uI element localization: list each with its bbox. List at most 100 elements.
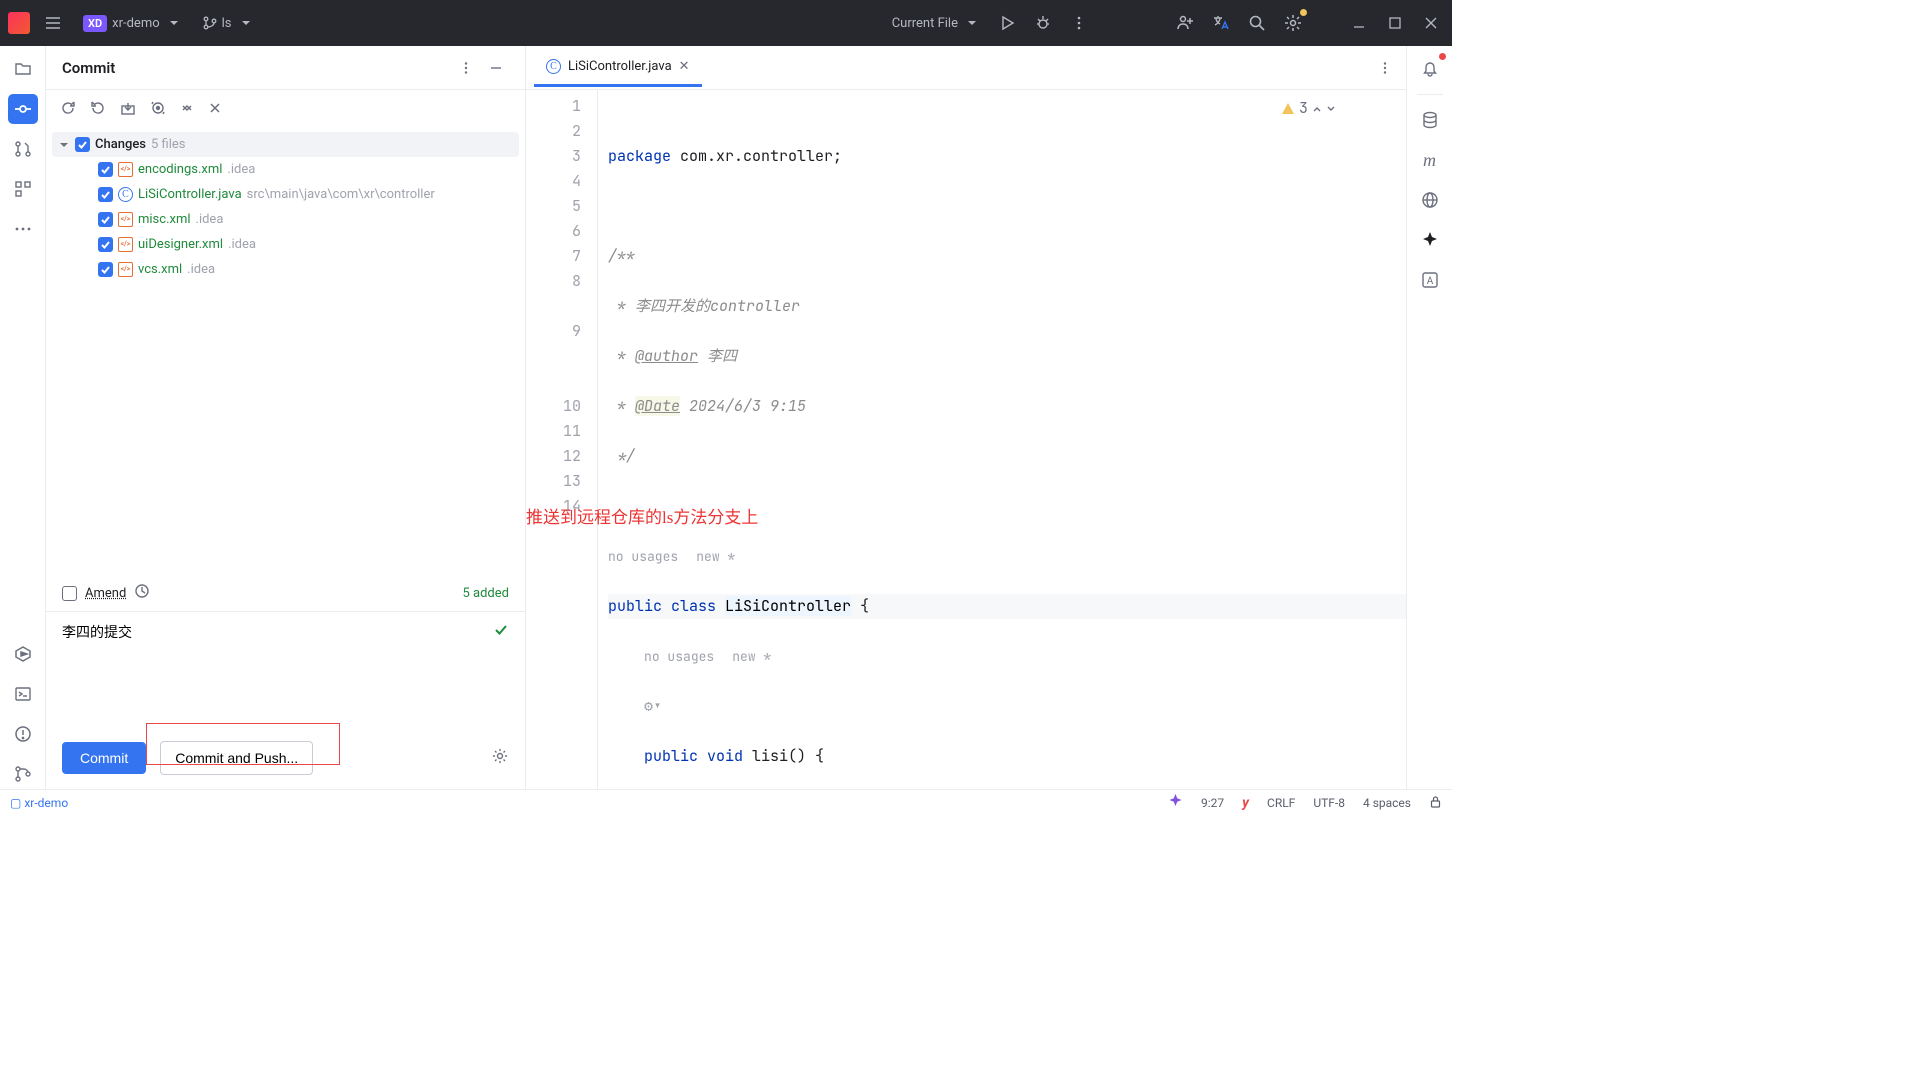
branch-selector[interactable]: ls <box>196 12 258 35</box>
status-encoding[interactable]: UTF-8 <box>1313 796 1345 810</box>
file-checkbox[interactable] <box>98 262 113 277</box>
tab-label: LiSiController.java <box>568 59 672 74</box>
panel-title: Commit <box>62 59 115 77</box>
changes-count: 5 files <box>151 137 186 152</box>
ai-tool-icon[interactable] <box>1415 225 1445 255</box>
app-logo <box>8 12 30 34</box>
changes-label: Changes <box>95 137 146 152</box>
history-icon[interactable] <box>134 583 150 603</box>
project-badge: XD <box>83 15 107 32</box>
xml-file-icon: </> <box>118 237 133 252</box>
commit-message-area: 李四的提交 <box>46 611 525 731</box>
commit-message-input[interactable]: 李四的提交 <box>62 622 509 654</box>
commit-tool-icon[interactable] <box>8 94 38 124</box>
statusbar: ▢ xr-demo 9:27 y CRLF UTF-8 4 spaces <box>0 789 1452 815</box>
file-path: .idea <box>196 212 224 227</box>
module-indicator[interactable]: ▢ xr-demo <box>10 796 68 810</box>
java-file-icon: C <box>118 187 133 202</box>
changes-checkbox[interactable] <box>75 137 90 152</box>
xml-file-icon: </> <box>118 212 133 227</box>
status-line-ending[interactable]: CRLF <box>1267 796 1295 810</box>
file-name: encodings.xml <box>138 162 222 177</box>
hamburger-menu-icon[interactable] <box>40 10 66 36</box>
code-with-me-icon[interactable] <box>1172 10 1198 36</box>
services-tool-icon[interactable] <box>8 639 38 669</box>
file-name: LiSiController.java <box>138 187 242 202</box>
close-window-icon[interactable] <box>1418 10 1444 36</box>
problems-tool-icon[interactable] <box>8 719 38 749</box>
branch-name: ls <box>222 16 232 31</box>
changes-root[interactable]: Changes 5 files <box>52 132 519 157</box>
file-row[interactable]: C LiSiController.java src\main\java\com\x… <box>52 182 519 207</box>
git-tool-icon[interactable] <box>8 759 38 789</box>
close-tab-icon[interactable]: ✕ <box>679 59 690 74</box>
structure-tool-icon[interactable] <box>8 174 38 204</box>
commit-toolbar <box>46 90 525 130</box>
refresh-icon[interactable] <box>60 100 76 120</box>
maximize-window-icon[interactable] <box>1382 10 1408 36</box>
inspection-badge[interactable]: 3 <box>1281 96 1336 121</box>
settings-icon[interactable] <box>1280 10 1306 36</box>
check-icon <box>493 622 509 642</box>
editor[interactable]: 12345678 91011121314 3 package com.xr.co… <box>526 90 1406 789</box>
maven-tool-icon[interactable]: m <box>1415 145 1445 175</box>
xml-file-icon: </> <box>118 262 133 277</box>
commit-and-push-button[interactable]: Commit and Push... <box>160 741 313 775</box>
file-path: .idea <box>187 262 215 277</box>
endpoints-tool-icon[interactable]: A <box>1415 265 1445 295</box>
project-name: xr-demo <box>112 16 160 31</box>
status-time[interactable]: 9:27 <box>1201 796 1224 810</box>
amend-label: Amend <box>85 586 126 601</box>
left-tool-rail <box>0 46 46 789</box>
file-checkbox[interactable] <box>98 187 113 202</box>
project-tool-icon[interactable] <box>8 54 38 84</box>
readonly-lock-icon[interactable] <box>1429 795 1442 811</box>
file-checkbox[interactable] <box>98 237 113 252</box>
status-y-icon[interactable]: y <box>1242 795 1249 811</box>
file-row[interactable]: </> misc.xml .idea <box>52 207 519 232</box>
diff-icon[interactable] <box>150 100 166 120</box>
file-checkbox[interactable] <box>98 162 113 177</box>
more-tools-icon[interactable] <box>8 214 38 244</box>
database-tool-icon[interactable] <box>1415 105 1445 135</box>
file-checkbox[interactable] <box>98 212 113 227</box>
annotation-text: 提交到本地仓库，并推送到远程仓库的ls方法分支上 <box>526 505 758 530</box>
commit-button[interactable]: Commit <box>62 742 146 774</box>
commit-panel: Commit Changes 5 files <box>46 46 526 789</box>
editor-tab[interactable]: C LiSiController.java ✕ <box>534 49 702 87</box>
pull-request-tool-icon[interactable] <box>8 134 38 164</box>
web-tool-icon[interactable] <box>1415 185 1445 215</box>
shelve-icon[interactable] <box>120 100 136 120</box>
file-row[interactable]: </>encodings.xml .idea <box>52 157 519 182</box>
more-icon[interactable] <box>1066 10 1092 36</box>
debug-icon[interactable] <box>1030 10 1056 36</box>
gear-icon[interactable] <box>491 747 509 769</box>
panel-options-icon[interactable] <box>453 55 479 81</box>
file-path: src\main\java\com\xr\controller <box>247 187 435 202</box>
minimize-window-icon[interactable] <box>1346 10 1372 36</box>
run-icon[interactable] <box>994 10 1020 36</box>
rollback-icon[interactable] <box>90 100 106 120</box>
hide-panel-icon[interactable] <box>483 55 509 81</box>
translate-icon[interactable] <box>1208 10 1234 36</box>
file-name: vcs.xml <box>138 262 182 277</box>
file-name: misc.xml <box>138 212 191 227</box>
gutter: 12345678 91011121314 <box>526 90 598 789</box>
amend-checkbox[interactable] <box>62 586 77 601</box>
project-selector[interactable]: XD xr-demo <box>76 11 186 36</box>
run-config-selector[interactable]: Current File <box>885 12 984 35</box>
file-row[interactable]: </> vcs.xml .idea <box>52 257 519 282</box>
editor-options-icon[interactable] <box>1372 55 1398 81</box>
file-row[interactable]: </>uiDesigner.xml .idea <box>52 232 519 257</box>
ai-status-icon[interactable] <box>1168 794 1183 812</box>
group-by-icon[interactable] <box>208 101 222 119</box>
file-name: uiDesigner.xml <box>138 237 223 252</box>
changelist-icon[interactable] <box>180 101 194 119</box>
search-icon[interactable] <box>1244 10 1270 36</box>
terminal-tool-icon[interactable] <box>8 679 38 709</box>
java-file-icon: C <box>546 59 561 74</box>
right-tool-rail: m A <box>1406 46 1452 789</box>
svg-text:A: A <box>1426 276 1433 287</box>
status-indent[interactable]: 4 spaces <box>1363 796 1411 810</box>
notifications-icon[interactable] <box>1415 54 1445 84</box>
